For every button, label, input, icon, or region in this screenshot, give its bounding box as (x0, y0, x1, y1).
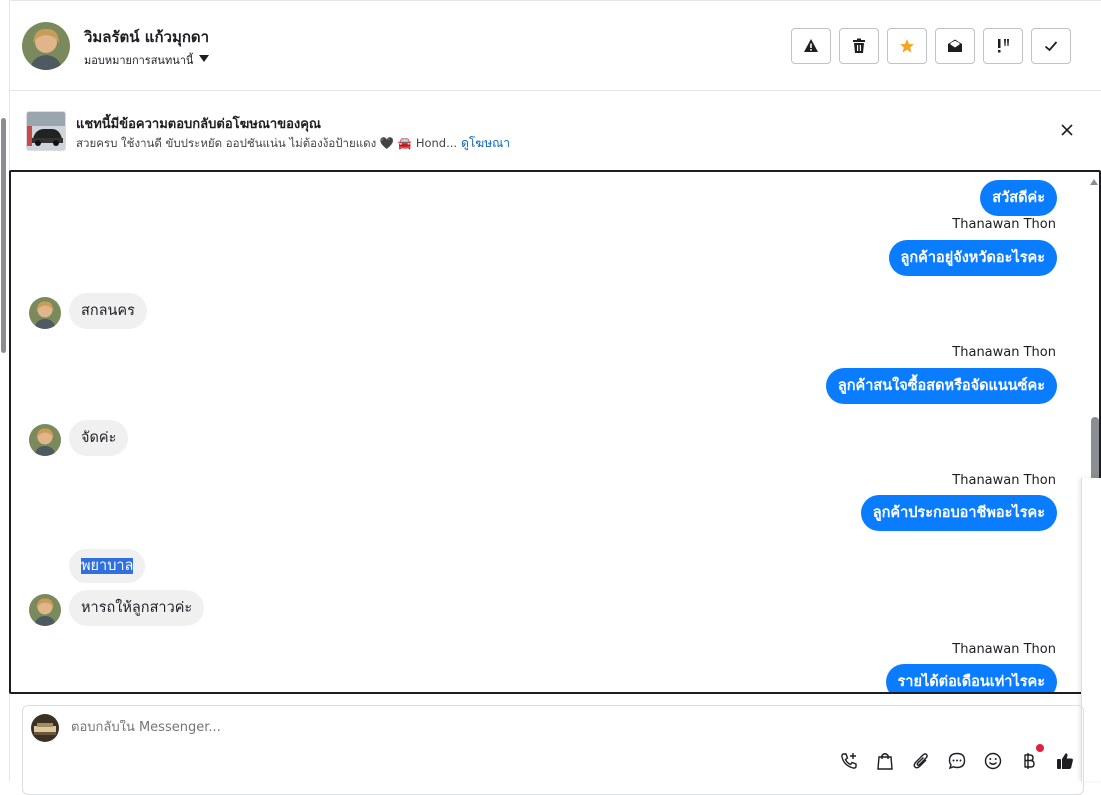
shopping-bag-icon (877, 753, 893, 770)
thumbs-up-icon (1057, 753, 1073, 769)
contact-avatar-small (29, 297, 61, 329)
composer-toolbar (840, 744, 1074, 770)
close-icon (1061, 124, 1073, 136)
emoji-button[interactable] (984, 752, 1002, 770)
sender-name: Thanawan Thon (952, 345, 1056, 360)
ad-banner-subtitle: สวยครบ ใช้งานดี ขับประหยัด ออปชันแน่น ไม… (76, 134, 510, 153)
incoming-message-highlighted[interactable]: พยาบาล (69, 549, 146, 583)
paperclip-icon (913, 753, 928, 769)
incoming-message[interactable]: หารถให้ลูกสาวค่ะ (69, 590, 205, 626)
chat-bubble-icon (948, 752, 966, 770)
delete-button[interactable] (839, 28, 879, 64)
outgoing-message[interactable]: ลูกค้าสนใจซื้อสดหรือจัดแนนซ์คะ (825, 368, 1057, 404)
ad-thumbnail[interactable] (26, 111, 66, 151)
side-popup-panel (1081, 478, 1101, 781)
contact-name[interactable]: วิมลรัตน์ แก้วมุกดา (84, 25, 209, 49)
conversation-actions (791, 28, 1071, 64)
conversation-header: วิมลรัตน์ แก้วมุกดา มอบหมายการสนทนานี้ (10, 0, 1101, 91)
contact-avatar-small (29, 594, 61, 626)
sender-name: Thanawan Thon (952, 473, 1056, 488)
warning-icon (804, 39, 818, 52)
page-avatar (31, 714, 59, 742)
ad-description: สวยครบ ใช้งานดี ขับประหยัด ออปชันแน่น ไม… (76, 136, 458, 150)
smiley-icon (984, 752, 1002, 770)
shop-button[interactable] (876, 752, 894, 770)
outgoing-message[interactable]: สวัสดีค่ะ (980, 180, 1057, 216)
selected-text: พยาบาล (81, 558, 134, 574)
message-thread: สวัสดีค่ะ Thanawan Thon ลูกค้าอยู่จังหวั… (9, 170, 1101, 694)
reply-input[interactable] (71, 720, 671, 735)
ad-reply-banner: แชทนี้มีข้อความตอบกลับต่อโฆษณาของคุณ สวย… (10, 92, 1101, 170)
baht-icon (1024, 753, 1035, 769)
scroll-thumb[interactable] (1091, 417, 1099, 482)
check-icon (1044, 41, 1058, 52)
reply-composer (22, 705, 1084, 795)
ad-banner-title: แชทนี้มีข้อความตอบกลับต่อโฆษณาของคุณ (76, 117, 321, 132)
star-icon (900, 39, 914, 53)
close-banner-button[interactable] (1057, 120, 1077, 140)
scroll-up-arrow-icon[interactable] (1090, 179, 1098, 185)
payment-button[interactable] (1020, 744, 1044, 770)
outgoing-message[interactable]: ลูกค้าอยู่จังหวัดอะไรคะ (888, 240, 1057, 276)
phone-plus-icon (841, 753, 857, 769)
mark-unread-button[interactable] (935, 28, 975, 64)
like-button[interactable] (1056, 752, 1074, 770)
contact-avatar-small (29, 424, 61, 456)
view-ad-link[interactable]: ดูโฆษณา (461, 136, 510, 150)
notification-dot (1036, 744, 1044, 752)
star-button[interactable] (887, 28, 927, 64)
follow-up-button[interactable] (983, 28, 1023, 64)
assign-label: มอบหมายการสนทนานี้ (84, 54, 194, 67)
sender-name: Thanawan Thon (952, 642, 1056, 657)
sender-name: Thanawan Thon (952, 217, 1056, 232)
follow-up-icon (998, 39, 1009, 53)
envelope-open-icon (948, 39, 962, 52)
incoming-message[interactable]: สกลนคร (69, 293, 147, 329)
outgoing-message[interactable]: ลูกค้าประกอบอาชีพอะไรคะ (860, 495, 1057, 531)
outgoing-message[interactable]: รายได้ต่อเดือนเท่าไรคะ (885, 664, 1057, 692)
done-button[interactable] (1031, 28, 1071, 64)
call-button[interactable] (840, 752, 858, 770)
caret-down-icon (199, 54, 210, 62)
incoming-message[interactable]: จัดค่ะ (69, 420, 129, 456)
trash-icon (853, 38, 865, 53)
saved-replies-button[interactable] (948, 752, 966, 770)
assign-conversation-dropdown[interactable]: มอบหมายการสนทนานี้ (84, 51, 210, 69)
contact-avatar[interactable] (22, 22, 70, 70)
spam-button[interactable] (791, 28, 831, 64)
left-scrollbar[interactable] (1, 118, 6, 353)
attach-button[interactable] (912, 752, 930, 770)
